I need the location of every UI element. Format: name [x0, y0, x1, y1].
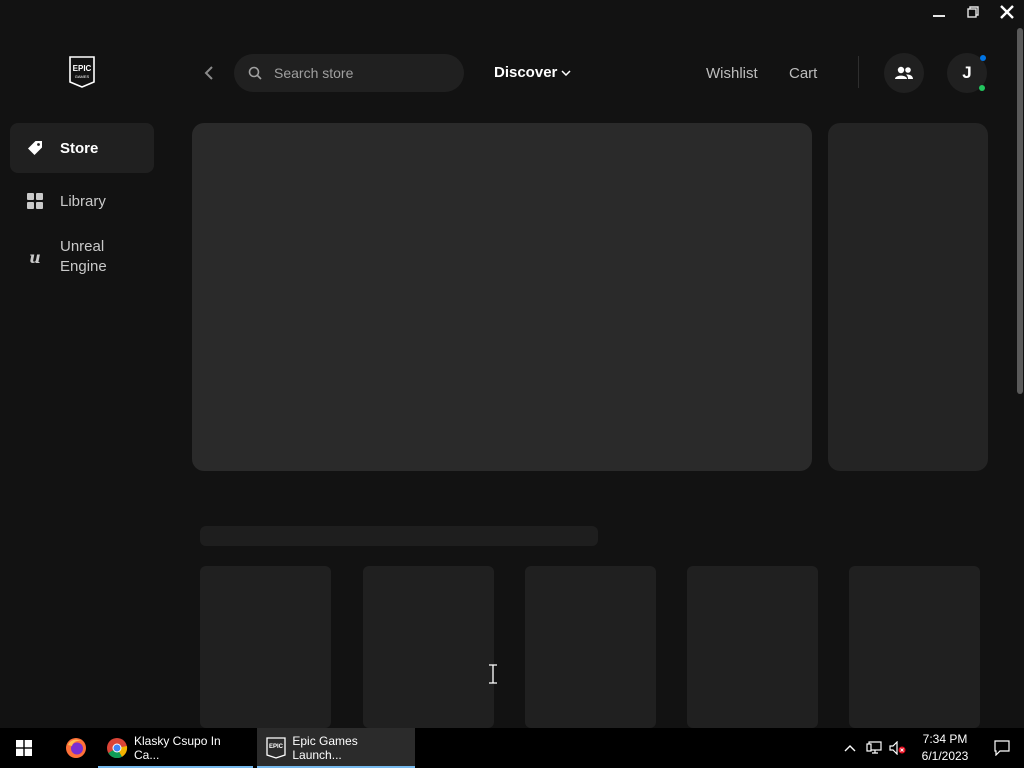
friends-button[interactable]: [884, 53, 924, 93]
sidebar-item-unreal-engine[interactable]: u Unreal Engine: [10, 229, 154, 285]
scrollbar[interactable]: [1016, 24, 1024, 728]
search-input[interactable]: [274, 65, 444, 81]
notification-icon: [994, 740, 1010, 756]
taskbar-task-epic[interactable]: EPIC Epic Games Launch...: [257, 728, 415, 768]
action-center-button[interactable]: [980, 728, 1024, 768]
game-card-placeholder: [200, 566, 331, 728]
text-cursor-icon: [489, 664, 497, 684]
taskbar-clock[interactable]: 7:34 PM 6/1/2023: [910, 731, 980, 765]
unreal-icon: u: [26, 248, 44, 266]
taskbar-task-chrome[interactable]: Klasky Csupo In Ca...: [98, 728, 253, 768]
scrollbar-thumb[interactable]: [1017, 28, 1023, 394]
game-card-placeholder: [687, 566, 818, 728]
network-icon: [866, 741, 882, 754]
epic-icon: EPIC: [265, 737, 286, 759]
system-tray: 7:34 PM 6/1/2023: [838, 728, 1024, 768]
game-card-placeholder: [849, 566, 980, 728]
firefox-icon: [66, 738, 86, 758]
sidebar-item-library[interactable]: Library: [10, 176, 154, 226]
search-icon: [248, 66, 262, 80]
back-button[interactable]: [199, 63, 219, 83]
close-button[interactable]: [990, 0, 1024, 24]
taskbar-task-label: Epic Games Launch...: [292, 734, 358, 762]
chrome-icon: [106, 737, 128, 759]
grid-icon: [26, 192, 44, 210]
svg-text:EPIC: EPIC: [73, 64, 92, 73]
svg-text:u: u: [29, 249, 41, 265]
header-divider: [858, 56, 859, 88]
restore-button[interactable]: [956, 0, 990, 24]
sidebar-item-label: Library: [60, 192, 106, 210]
start-button[interactable]: [0, 728, 48, 768]
section-title-placeholder: [200, 526, 598, 546]
friends-icon: [895, 66, 913, 79]
svg-text:GAMES: GAMES: [75, 74, 90, 79]
taskbar-firefox[interactable]: [54, 728, 98, 768]
discover-dropdown[interactable]: Discover: [494, 64, 571, 81]
epic-logo-icon: EPIC GAMES: [69, 56, 95, 88]
clock-date: 6/1/2023: [921, 749, 969, 763]
svg-text:EPIC: EPIC: [269, 744, 284, 750]
wishlist-link[interactable]: Wishlist: [706, 65, 758, 82]
close-icon: [1000, 5, 1014, 19]
chevron-down-icon: [561, 69, 571, 76]
notification-dot: [980, 55, 986, 61]
taskbar: Klasky Csupo In Ca... EPIC Epic Games La…: [0, 728, 1024, 768]
sidebar-nav: Store Library u Unreal Engine: [10, 123, 154, 288]
online-status-dot: [979, 85, 985, 91]
cart-link[interactable]: Cart: [789, 65, 817, 82]
game-card-placeholder: [525, 566, 656, 728]
minimize-button[interactable]: [922, 0, 956, 24]
clock-time: 7:34 PM: [922, 732, 968, 746]
restore-icon: [967, 6, 979, 18]
tray-volume[interactable]: [886, 728, 910, 768]
tag-icon: [26, 139, 44, 157]
minimize-icon: [933, 15, 945, 17]
chevron-left-icon: [204, 66, 213, 80]
game-card-placeholder: [363, 566, 494, 728]
epic-games-logo[interactable]: EPIC GAMES: [68, 56, 96, 88]
search-bar: [234, 54, 464, 92]
windows-icon: [16, 740, 32, 756]
chevron-up-icon: [844, 745, 856, 752]
tray-network[interactable]: [862, 728, 886, 768]
taskbar-task-label: Klasky Csupo In Ca...: [134, 734, 221, 762]
discover-label: Discover: [494, 64, 558, 81]
hero-carousel-placeholder: [192, 123, 812, 471]
carousel-thumbnails-placeholder: [828, 123, 988, 471]
sidebar-item-label: Unreal Engine: [60, 238, 107, 275]
volume-muted-icon: [889, 741, 906, 755]
sidebar-item-store[interactable]: Store: [10, 123, 154, 173]
tray-overflow-button[interactable]: [838, 728, 862, 768]
avatar-initial: J: [962, 63, 972, 82]
sidebar: EPIC GAMES Store Library u Unreal Engine: [0, 0, 165, 728]
sidebar-item-label: Store: [60, 139, 99, 157]
window-controls: [922, 0, 1024, 24]
